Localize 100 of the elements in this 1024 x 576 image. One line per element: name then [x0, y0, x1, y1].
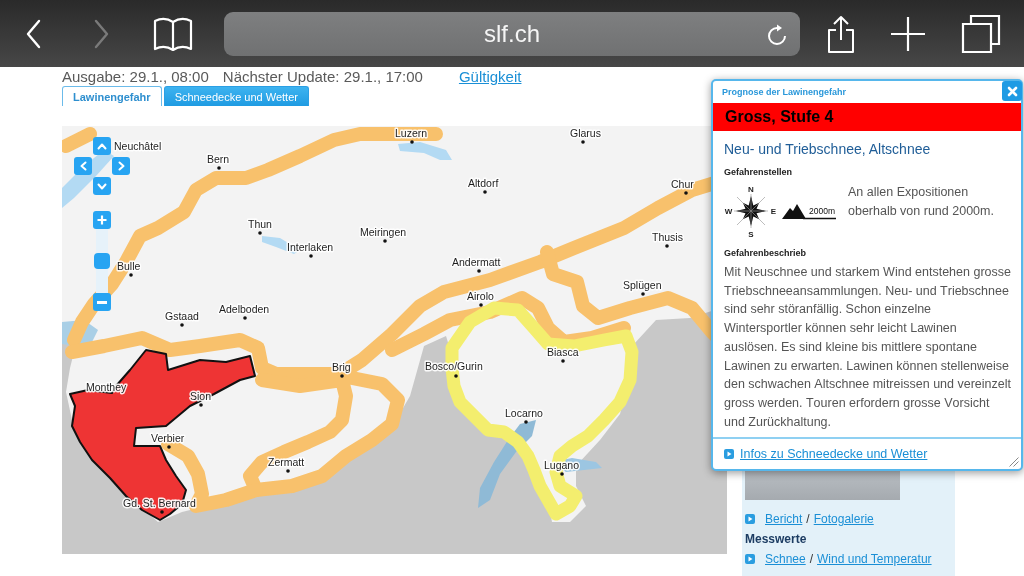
play-icon [745, 554, 755, 564]
minus-icon [97, 300, 107, 304]
place-label: Brig [332, 361, 351, 373]
place-label: Neuchâtel [114, 140, 162, 152]
place-label: Airolo [467, 290, 494, 302]
plus-icon [97, 215, 107, 225]
city-dot-icon [129, 273, 133, 277]
info-link[interactable]: Infos zu Schneedecke und Wetter [740, 447, 928, 461]
city-dot-icon [167, 445, 171, 449]
city-dot-icon [309, 254, 313, 258]
link-separator: / [806, 512, 810, 526]
place-label: Interlaken [287, 241, 334, 253]
section-heading: Gefahrenbeschrieb [724, 248, 808, 259]
zoom-slider-thumb[interactable] [94, 253, 110, 269]
place-label: Chur [671, 178, 694, 190]
pan-up-button[interactable] [93, 137, 111, 155]
city-dot-icon [665, 244, 669, 248]
danger-level-heading: Gross, Stufe 4 [713, 103, 1021, 131]
city-dot-icon [410, 140, 414, 144]
zoom-out-button[interactable] [93, 293, 111, 311]
zoom-in-button[interactable] [93, 211, 111, 229]
pan-left-button[interactable] [74, 157, 92, 175]
place-label: Meiringen [360, 226, 407, 238]
share-icon[interactable] [826, 13, 856, 54]
place-label: Glarus [570, 127, 601, 139]
place-label: Verbier [151, 432, 185, 444]
place-label: Sion [190, 390, 211, 402]
danger-description: Mit Neuschnee und starkem Wind entstehen grosse Triebschneeansammlungen. Neu- und Triebschnee sind sehr störanfällig. Schon einzelne Wintersportler können sehr leicht Lawinen auslösen. Es sind kleine bis mittlere spontane Lawinen zu erwarten. Lawinen können stellenweise den schwachen Altschnee mitreissen und vereinzelt gross werden. Touren erfordern grosse Vorsicht und Zurückhaltung. [724, 264, 1012, 431]
popup-title: Prognose der Lawinengefahr [722, 87, 847, 97]
zoom-slider[interactable] [96, 229, 108, 293]
place-label: Lugano [544, 459, 580, 471]
city-dot-icon [641, 292, 645, 296]
place-label: Andermatt [452, 256, 501, 268]
tab[interactable]: Lawinengefahr [62, 86, 162, 106]
city-dot-icon [479, 303, 483, 307]
address-field[interactable]: slf.ch [224, 11, 800, 56]
altitude-label: 2000m [809, 206, 835, 216]
place-label: Splügen [623, 279, 662, 291]
city-dot-icon [477, 269, 481, 273]
close-icon [1006, 85, 1018, 97]
city-dot-icon [217, 166, 221, 170]
pan-right-button[interactable] [112, 157, 130, 175]
place-label: Altdorf [468, 177, 499, 189]
next-update-text: Nächster Update: 29.1., 17:00 [222, 67, 423, 85]
lake [398, 142, 452, 160]
chevron-left-icon [79, 161, 87, 171]
sidebar-link[interactable]: Schnee [765, 552, 806, 566]
place-label: Thusis [652, 231, 683, 243]
chevron-right-icon [117, 161, 125, 171]
section-heading: Gefahrenstellen [724, 167, 794, 178]
play-icon [724, 449, 734, 459]
book-icon[interactable] [153, 15, 193, 52]
elevation-icon [782, 204, 837, 220]
url-text: slf.ch [484, 19, 540, 48]
city-dot-icon [561, 359, 565, 363]
place-label: Gstaad [165, 310, 199, 322]
city-dot-icon [684, 191, 688, 195]
city-dot-icon [160, 510, 164, 514]
play-icon [745, 514, 755, 524]
place-label: Luzern [395, 127, 428, 139]
city-dot-icon [258, 231, 262, 235]
issue-date-text: Ausgabe: 29.1., 08:00 [62, 67, 209, 85]
city-dot-icon [180, 323, 184, 327]
pan-down-button[interactable] [93, 177, 111, 195]
plus-icon[interactable] [890, 15, 926, 52]
avalanche-problem-title: Neu- und Triebschnee, Altschnee [724, 141, 932, 158]
city-dot-icon [340, 374, 344, 378]
city-dot-icon [560, 472, 564, 476]
city-dot-icon [286, 469, 290, 473]
back-icon[interactable] [25, 18, 42, 49]
reload-icon[interactable] [766, 22, 788, 46]
tab[interactable]: Schneedecke und Wetter [163, 86, 309, 106]
place-label: Thun [248, 218, 272, 230]
city-dot-icon [243, 316, 247, 320]
place-label: Locarno [505, 407, 543, 419]
sidebar-link[interactable]: Bericht [765, 512, 803, 526]
chevron-down-icon [97, 182, 107, 190]
direction-label: N [748, 185, 754, 194]
validity-link[interactable]: Gültigkeit [458, 67, 522, 85]
place-label: Bosco/Gurin [425, 360, 483, 372]
sidebar-heading: Messwerte [745, 531, 808, 548]
city-dot-icon [483, 190, 487, 194]
resize-grip-icon[interactable] [1007, 455, 1019, 467]
overlapping-squares-icon[interactable] [961, 13, 1001, 54]
place-label: Adelboden [219, 303, 270, 315]
city-dot-icon [454, 374, 458, 378]
sidebar-link[interactable]: Fotogalerie [813, 512, 874, 526]
danger-spots-text: An allen Expositionen oberhalb von rund 2000m. [848, 184, 995, 220]
place-label: Bern [207, 153, 230, 165]
direction-label: S [748, 230, 754, 238]
close-button[interactable] [1002, 81, 1022, 101]
chevron-up-icon [97, 142, 107, 150]
city-dot-icon [524, 420, 528, 424]
link-separator: / [809, 552, 814, 566]
city-dot-icon [581, 140, 585, 144]
direction-label: E [770, 207, 777, 216]
city-dot-icon [383, 239, 387, 243]
direction-label: W [724, 207, 733, 216]
sidebar-link[interactable]: Wind und Temperatur [817, 552, 932, 566]
city-dot-icon [199, 403, 203, 407]
